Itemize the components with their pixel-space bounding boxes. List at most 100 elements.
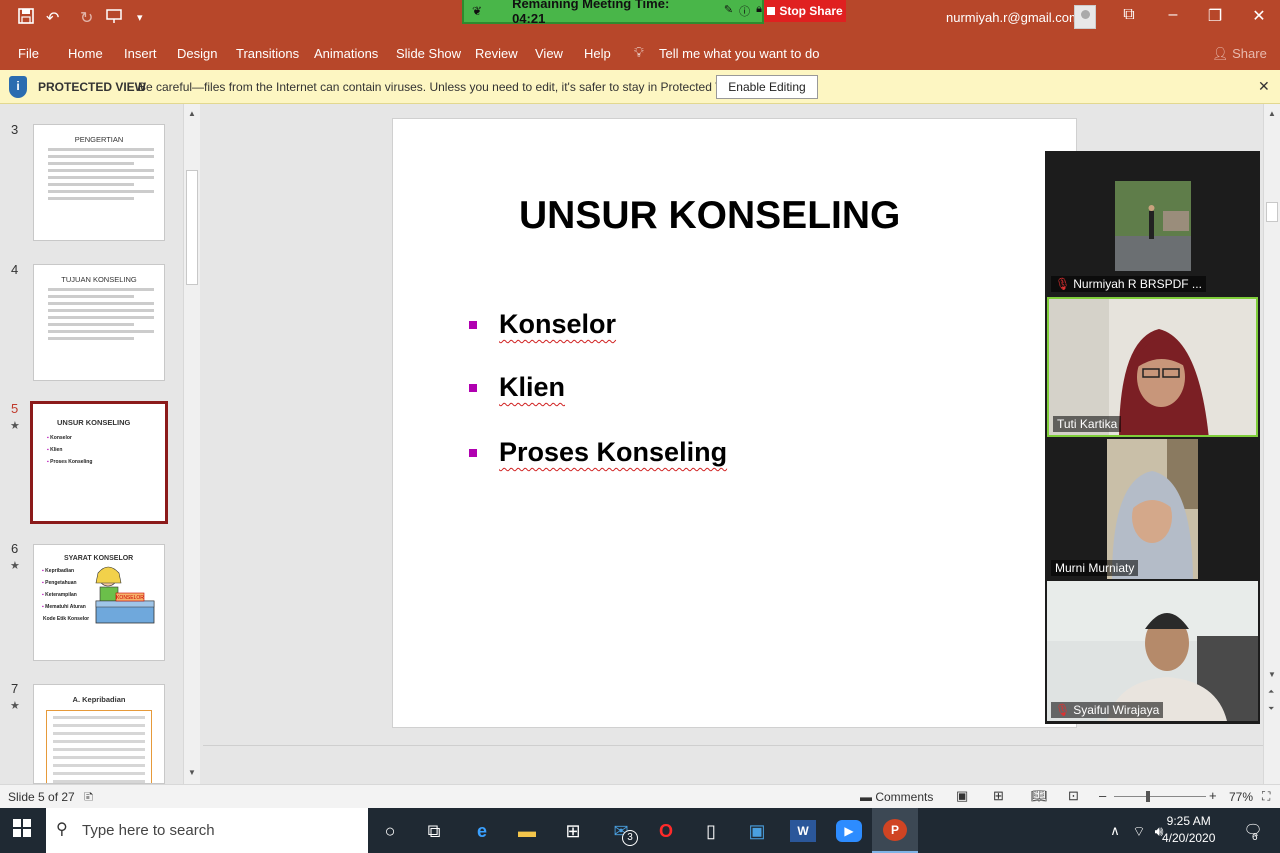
tab-animations[interactable]: Animations [314, 46, 378, 61]
tab-help[interactable]: Help [584, 46, 611, 61]
scroll-up-icon[interactable]: ▲ [1268, 109, 1276, 118]
slideshow-view-icon[interactable]: ⊡ [1068, 788, 1079, 804]
participant-tile[interactable]: 🎙︎ Nurmiyah R BRSPDF ... [1047, 155, 1258, 295]
notes-icon[interactable]: 🗈 [84, 788, 94, 810]
status-bar: Slide 5 of 27 🗈 ▬ Comments ▣ ⊞ 📖︎ ⊡ – + … [0, 784, 1280, 808]
participant-tile[interactable]: Murni Murniaty [1047, 439, 1258, 579]
thumbnail-slide-4[interactable]: TUJUAN KONSELING [33, 264, 165, 381]
info-icon[interactable]: ⓘ [739, 3, 750, 19]
tab-file[interactable]: File [18, 46, 39, 61]
undo-icon[interactable]: ↶ [46, 8, 59, 28]
scroll-down-icon[interactable]: ▼ [188, 768, 196, 777]
opera-browser-icon[interactable]: O [653, 818, 679, 844]
muted-mic-icon: 🎙︎ [1055, 703, 1071, 717]
photos-icon[interactable]: ▣ [744, 818, 770, 844]
restore-icon[interactable]: ❐ [1200, 6, 1230, 26]
file-explorer-icon[interactable]: ▬ [514, 818, 540, 844]
tab-design[interactable]: Design [177, 46, 217, 61]
windows-start-icon[interactable] [9, 818, 35, 844]
word-icon[interactable]: W [790, 820, 816, 842]
cortana-icon[interactable]: ○ [377, 818, 403, 844]
document-icon[interactable]: ▯ [698, 818, 724, 844]
scrollbar-thumb[interactable] [186, 170, 198, 285]
meeting-timer-bar: ❦ Remaining Meeting Time: 04:21 ✎ ⓘ 🔒︎ [462, 0, 764, 26]
tab-transitions[interactable]: Transitions [236, 46, 299, 61]
minimize-icon[interactable]: – [1158, 6, 1188, 24]
ribbon-tabs: File Home Insert Design Transitions Anim… [0, 38, 1280, 70]
protected-view-bar: i PROTECTED VIEW Be careful—files from t… [0, 70, 1280, 104]
tab-review[interactable]: Review [475, 46, 518, 61]
tab-view[interactable]: View [535, 46, 563, 61]
participant-name: 🎙︎ Nurmiyah R BRSPDF ... [1051, 276, 1206, 292]
mic-icon[interactable]: ✎ [724, 3, 733, 19]
system-clock[interactable]: 9:25 AM 4/20/2020 [1162, 813, 1215, 847]
taskbar-search-input[interactable]: ⚲ Type here to search [46, 808, 368, 853]
animation-star-icon: ★ [10, 420, 20, 432]
cartoon-sign-text: KONSELOR [116, 595, 144, 601]
previous-slide-icon[interactable]: ⏶ [1268, 687, 1274, 697]
slide-canvas[interactable]: UNSUR KONSELING Konselor Klien Proses Ko… [392, 118, 1077, 728]
animation-star-icon: ★ [10, 700, 20, 712]
next-slide-icon[interactable]: ⏷ [1268, 704, 1274, 714]
powerpoint-taskbar-item[interactable]: P [872, 808, 918, 853]
thumbnail-title: UNSUR KONSELING [57, 418, 131, 427]
lock-icon[interactable]: 🔒︎ [756, 3, 762, 19]
comments-label: Comments [875, 790, 934, 804]
task-view-icon[interactable]: ⧉ [421, 818, 447, 844]
participant-tile[interactable]: 🎙︎ Syaiful Wirajaya [1047, 581, 1258, 721]
zoom-app-icon[interactable]: ▶ [836, 820, 862, 842]
animation-star-icon: ★ [10, 560, 20, 572]
share-label: Share [1232, 46, 1267, 61]
zoom-slider[interactable] [1114, 796, 1206, 797]
scroll-up-icon[interactable]: ▲ [188, 109, 196, 118]
tell-me-search[interactable]: Tell me what you want to do [659, 46, 819, 61]
close-icon[interactable]: ✕ [1244, 6, 1274, 26]
shield-icon: i [9, 76, 27, 98]
zoom-leaf-icon: ❦ [472, 4, 483, 18]
zoom-slider-thumb[interactable] [1146, 791, 1150, 802]
reading-view-icon[interactable]: 📖︎ [1031, 788, 1048, 804]
present-icon[interactable] [106, 8, 122, 29]
thumbnail-bullet: Klien [47, 447, 165, 453]
enable-editing-button[interactable]: Enable Editing [716, 75, 818, 99]
notes-divider[interactable] [203, 745, 1263, 746]
video-gallery-panel: 🎙︎ Nurmiyah R BRSPDF ... Tuti Kartika Mur… [1045, 151, 1260, 724]
counselor-cartoon-icon: KONSELOR [95, 566, 155, 624]
show-hidden-icons[interactable]: ∧ [1102, 818, 1128, 844]
customize-toolbar-icon[interactable]: ▾ [137, 11, 143, 24]
thumbnail-bullet: Konselor [47, 435, 165, 441]
account-email[interactable]: nurmiyah.r@gmail.com [946, 10, 1080, 25]
scrollbar-thumb[interactable] [1266, 202, 1278, 222]
redo-icon[interactable]: ↻ [80, 8, 93, 28]
slide-sorter-icon[interactable]: ⊞ [993, 788, 1004, 804]
clock-time: 9:25 AM [1166, 814, 1211, 828]
participant-name: 🎙︎ Syaiful Wirajaya [1051, 702, 1164, 718]
thumbnail-slide-6[interactable]: SYARAT KONSELOR Kepribadian Pengetahuan … [33, 544, 165, 661]
thumbnail-slide-7[interactable]: A. Kepribadian [33, 684, 165, 784]
store-icon[interactable]: ⊞ [560, 818, 586, 844]
normal-view-icon[interactable]: ▣ [956, 788, 968, 804]
tab-home[interactable]: Home [68, 46, 103, 61]
ribbon-display-icon[interactable]: ⧉ [1114, 6, 1144, 24]
thumbnail-scrollbar[interactable]: ▲ ▼ [183, 104, 200, 784]
fit-to-window-icon[interactable]: ⛶ [1262, 789, 1270, 804]
save-icon[interactable] [18, 8, 34, 29]
title-bar: ↶ ↻ ▾ ❦ Remaining Meeting Time: 04:21 ✎ … [0, 0, 1280, 38]
zoom-in-icon[interactable]: + [1209, 788, 1217, 803]
share-button[interactable]: 👤︎ Share [1212, 46, 1267, 62]
thumbnail-slide-3[interactable]: PENGERTIAN [33, 124, 165, 241]
zoom-level[interactable]: 77% [1229, 790, 1253, 804]
stop-share-button[interactable]: Stop Share [764, 0, 846, 22]
tab-slide-show[interactable]: Slide Show [396, 46, 461, 61]
scroll-down-icon[interactable]: ▼ [1268, 670, 1276, 679]
editor-scrollbar[interactable]: ▲ ▼ ⏶ ⏷ [1263, 104, 1280, 784]
comments-button[interactable]: ▬ Comments [860, 790, 933, 804]
participant-tile[interactable]: Tuti Kartika [1047, 297, 1258, 437]
close-icon[interactable]: ✕ [1258, 78, 1270, 95]
lightbulb-icon: 💡︎ [634, 44, 644, 60]
thumbnail-slide-5[interactable]: UNSUR KONSELING Konselor Klien Proses Ko… [30, 401, 168, 524]
edge-browser-icon[interactable]: e [469, 818, 495, 844]
zoom-out-icon[interactable]: – [1099, 788, 1106, 803]
tab-insert[interactable]: Insert [124, 46, 157, 61]
account-avatar[interactable] [1074, 5, 1096, 29]
